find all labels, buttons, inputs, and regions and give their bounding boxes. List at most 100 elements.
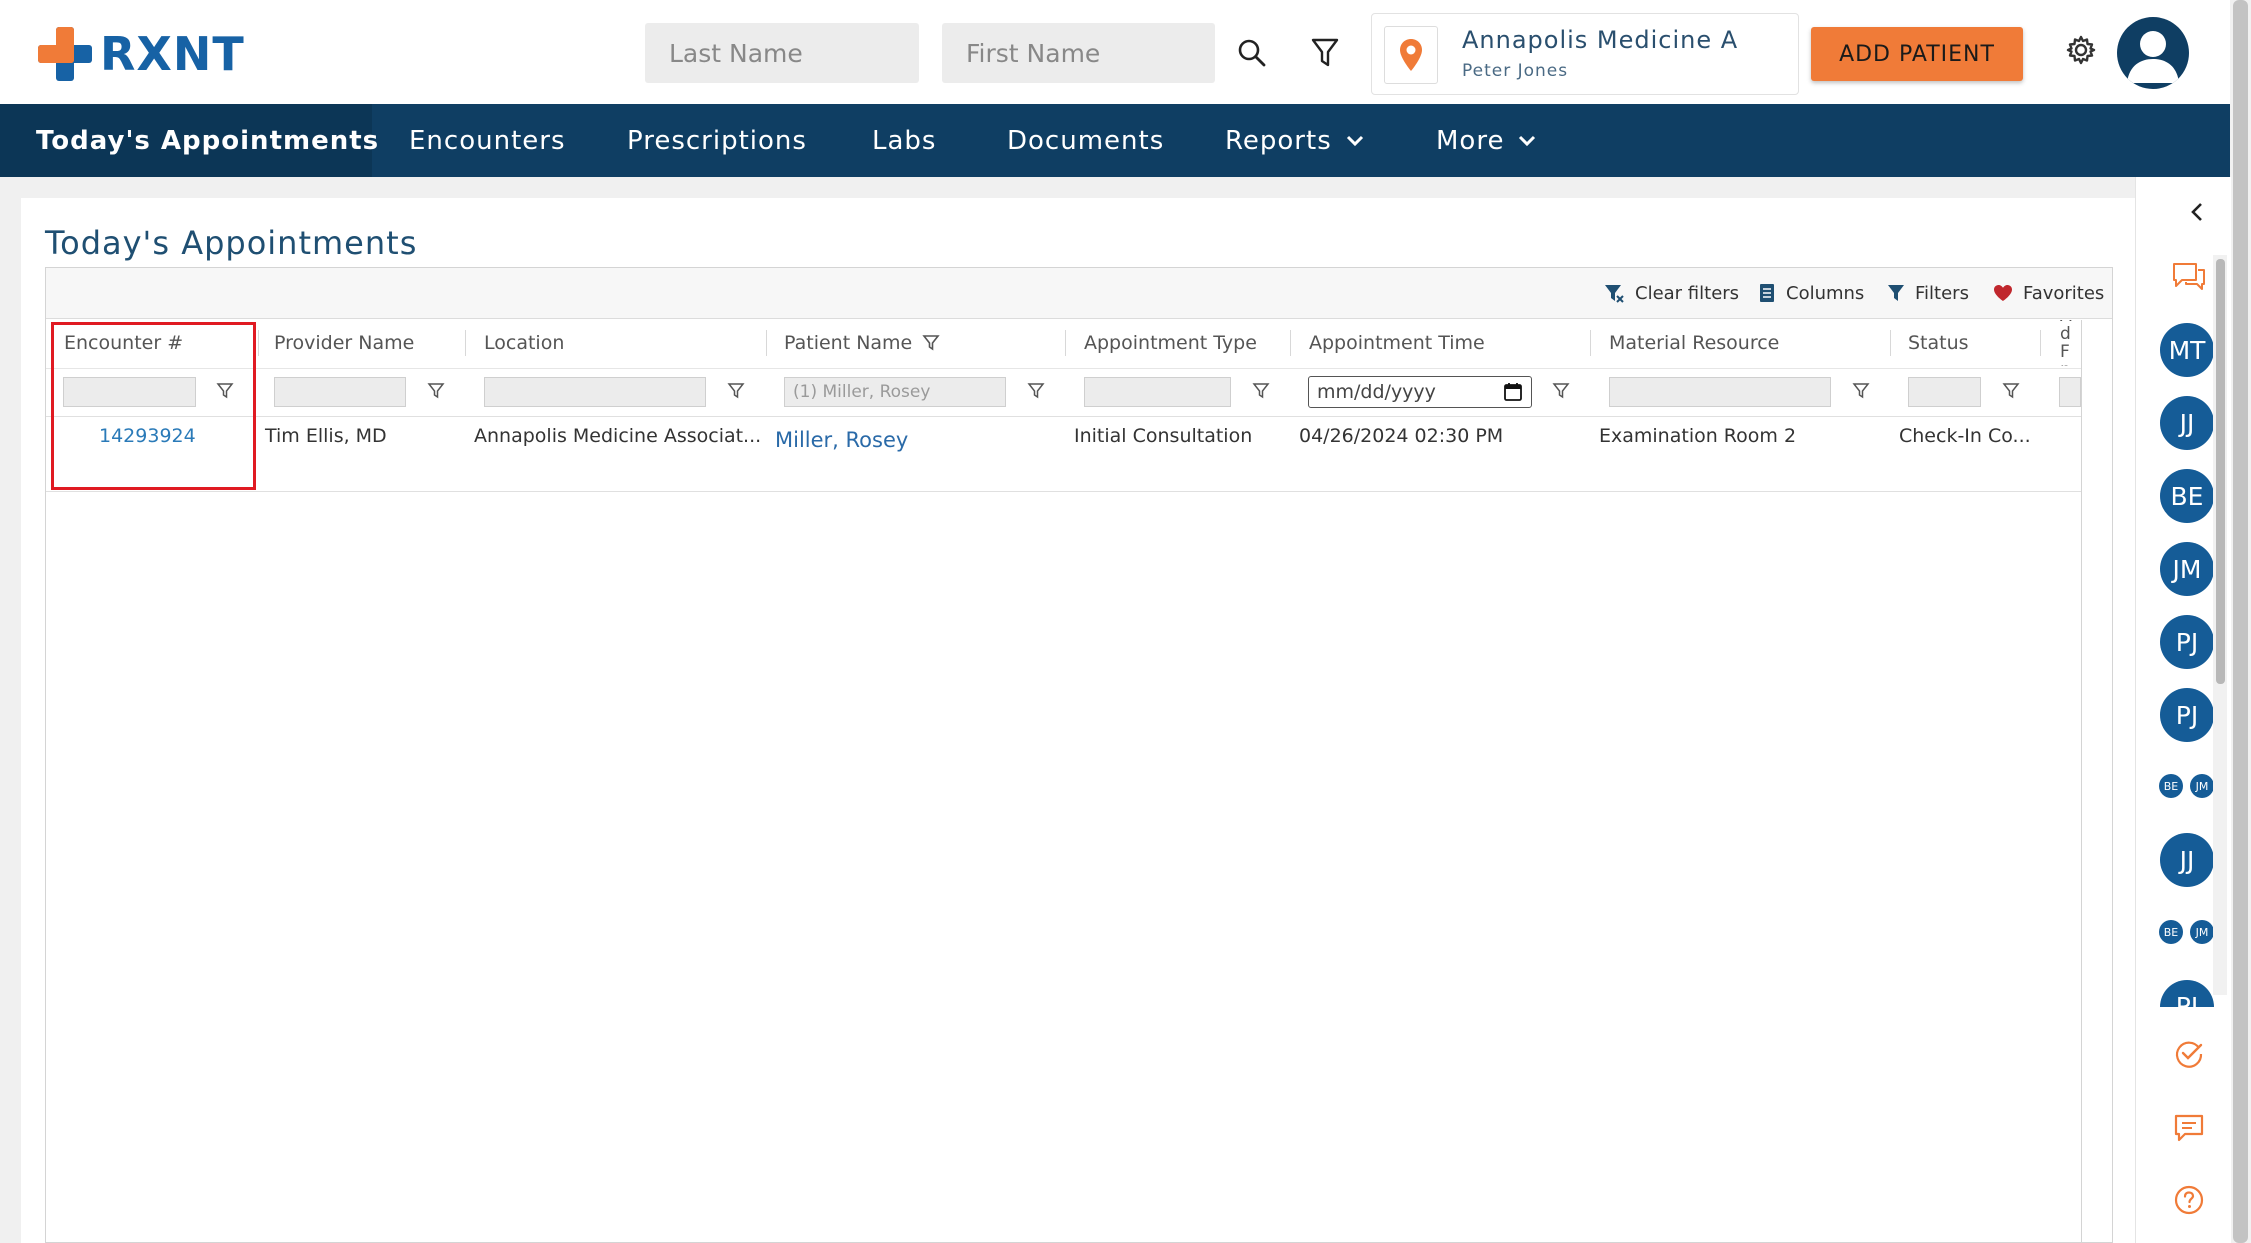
clear-filters-label: Clear filters	[1635, 282, 1740, 304]
chat-bubbles-icon[interactable]	[2169, 258, 2209, 294]
clear-filter-icon	[1605, 285, 1624, 303]
nav-todays-appointments[interactable]: Today's Appointments	[36, 104, 379, 177]
patient-name-link[interactable]: Miller, Rosey	[775, 428, 908, 452]
location-pin-icon	[1384, 26, 1438, 84]
column-filter-active-icon[interactable]	[922, 334, 940, 352]
filters-button[interactable]: Filters	[1887, 268, 1969, 318]
filter-funnel-icon[interactable]	[1027, 382, 1045, 400]
page-scrollbar-thumb[interactable]	[2233, 0, 2248, 1243]
chevron-down-icon	[1519, 135, 1536, 146]
first-name-input[interactable]	[942, 23, 1215, 83]
rxnt-logo[interactable]: RXNT	[36, 24, 245, 84]
nav-label: Encounters	[409, 125, 566, 156]
col-separator[interactable]	[766, 330, 767, 356]
col-header-status[interactable]: Status	[1908, 320, 1969, 366]
logo-text: RXNT	[100, 27, 245, 81]
sidebar-avatar-be[interactable]: BE	[2160, 469, 2214, 523]
sidebar-group-avatar-jm[interactable]: JM	[2190, 774, 2214, 798]
sidebar-scrollbar-thumb[interactable]	[2216, 259, 2225, 684]
col-header-appointment-type[interactable]: Appointment Type	[1084, 320, 1257, 366]
top-header: RXNT Annapolis Medicine A Peter Jones AD…	[0, 0, 2230, 104]
status-filter-input[interactable]	[1908, 377, 1981, 407]
nav-label: More	[1436, 125, 1505, 156]
nav-prescriptions[interactable]: Prescriptions	[627, 104, 807, 177]
sidebar-avatar-pj-partial[interactable]: PJ	[2160, 980, 2214, 1007]
calendar-icon[interactable]	[1503, 382, 1523, 402]
filter-funnel-icon[interactable]	[1852, 382, 1870, 400]
additional-filter-input[interactable]	[2059, 377, 2081, 407]
patient-name-filter-input[interactable]	[784, 377, 1006, 407]
col-separator[interactable]	[1065, 330, 1066, 356]
user-avatar[interactable]	[2117, 17, 2189, 89]
material-resource-filter-input[interactable]	[1609, 377, 1831, 407]
col-header-appointment-time[interactable]: Appointment Time	[1309, 320, 1485, 366]
col-header-patient-label: Patient Name	[784, 332, 913, 354]
collapse-chevron-left-icon[interactable]	[2185, 200, 2209, 224]
filter-funnel-icon[interactable]	[1252, 382, 1270, 400]
favorites-button[interactable]: Favorites	[1993, 268, 2104, 318]
location-name: Annapolis Medicine A	[1462, 26, 1739, 54]
col-separator[interactable]	[1290, 330, 1291, 356]
col-header-location[interactable]: Location	[484, 320, 564, 366]
gear-icon[interactable]	[2063, 32, 2099, 68]
filter-icon[interactable]	[1305, 33, 1345, 73]
nav-reports[interactable]: Reports	[1225, 104, 1364, 177]
filter-funnel-icon[interactable]	[2002, 382, 2020, 400]
help-circle-icon[interactable]	[2172, 1183, 2206, 1217]
location-selector[interactable]: Annapolis Medicine A Peter Jones	[1371, 13, 1799, 95]
sidebar-avatar-jm[interactable]: JM	[2160, 542, 2214, 596]
col-separator[interactable]	[1890, 330, 1891, 356]
appointment-type-filter-input[interactable]	[1084, 377, 1231, 407]
location-filter-input[interactable]	[484, 377, 706, 407]
nav-label: Prescriptions	[627, 125, 807, 156]
main-nav: Today's Appointments Encounters Prescrip…	[0, 104, 2230, 177]
sidebar-avatar-jj[interactable]: JJ	[2160, 396, 2214, 450]
nav-encounters[interactable]: Encounters	[409, 104, 566, 177]
provider-filter-input[interactable]	[274, 377, 406, 407]
sidebar-avatar-jj[interactable]: JJ	[2160, 833, 2214, 887]
col-header-provider[interactable]: Provider Name	[274, 320, 414, 366]
cell-status: Check-In Co...	[1899, 425, 2031, 447]
col-separator[interactable]	[258, 330, 259, 356]
cell-location: Annapolis Medicine Associat...	[474, 425, 762, 447]
sidebar-group-avatar-be[interactable]: BE	[2159, 774, 2183, 798]
search-icon[interactable]	[1232, 33, 1272, 73]
nav-more[interactable]: More	[1436, 104, 1536, 177]
favorites-label: Favorites	[2023, 282, 2105, 304]
nav-label: Labs	[872, 125, 937, 156]
last-name-input[interactable]	[645, 23, 919, 83]
nav-label: Today's Appointments	[36, 125, 380, 156]
filter-funnel-icon[interactable]	[727, 382, 745, 400]
nav-label: Documents	[1007, 125, 1165, 156]
nav-labs[interactable]: Labs	[872, 104, 936, 177]
row-divider	[46, 491, 2081, 492]
grid-toolbar: Clear filters Columns Filters Favorites	[46, 268, 2112, 319]
message-icon[interactable]	[2172, 1111, 2206, 1145]
columns-icon	[1760, 284, 1774, 302]
sidebar-avatar-pj[interactable]: PJ	[2160, 615, 2214, 669]
appointment-time-date-input[interactable]: mm/dd/yyyy	[1308, 376, 1532, 408]
col-separator[interactable]	[1590, 330, 1591, 356]
clear-filters-button[interactable]: Clear filters	[1603, 268, 1739, 318]
cell-appointment-time: 04/26/2024 02:30 PM	[1299, 425, 1504, 447]
check-circle-icon[interactable]	[2172, 1037, 2206, 1071]
encounter-column-highlight	[51, 322, 256, 490]
col-separator[interactable]	[465, 330, 466, 356]
sidebar-avatar-pj[interactable]: PJ	[2160, 688, 2214, 742]
rxnt-cross-icon	[38, 27, 92, 81]
col-header-material-resource[interactable]: Material Resource	[1609, 320, 1779, 366]
cell-appointment-type: Initial Consultation	[1074, 425, 1253, 447]
filter-funnel-icon[interactable]	[1552, 382, 1570, 400]
appointments-grid	[45, 267, 2113, 1243]
nav-documents[interactable]: Documents	[1007, 104, 1164, 177]
row-divider	[46, 416, 2081, 417]
filter-funnel-icon[interactable]	[427, 382, 445, 400]
col-header-patient-name[interactable]: Patient Name	[784, 320, 940, 366]
sidebar-group-avatar-be[interactable]: BE	[2159, 920, 2183, 944]
sidebar-group-avatar-jm[interactable]: JM	[2190, 920, 2214, 944]
columns-button[interactable]: Columns	[1758, 268, 1864, 318]
col-header-additional[interactable]: Ad Fn	[2060, 320, 2080, 366]
add-patient-button[interactable]: ADD PATIENT	[1811, 27, 2023, 81]
col-separator[interactable]	[2040, 330, 2041, 356]
sidebar-avatar-mt[interactable]: MT	[2160, 323, 2214, 377]
